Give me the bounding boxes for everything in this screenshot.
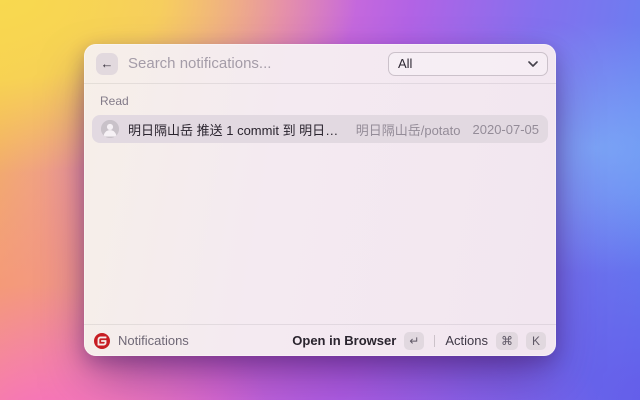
open-in-browser-button[interactable]: Open in Browser	[292, 333, 396, 348]
filter-value: All	[398, 56, 413, 71]
notification-list: Read 明日隔山岳 推送 1 commit 到 明日隔山岳/potato 的 …	[84, 84, 556, 324]
gitee-logo-icon	[94, 332, 110, 349]
notification-title: 明日隔山岳 推送 1 commit 到 明日隔山岳/potato 的 docum…	[128, 122, 347, 138]
notification-row[interactable]: 明日隔山岳 推送 1 commit 到 明日隔山岳/potato 的 docum…	[92, 115, 548, 143]
back-button[interactable]: ←	[96, 52, 118, 75]
chevron-down-icon	[528, 60, 538, 67]
person-icon	[101, 120, 119, 138]
filter-dropdown[interactable]: All	[388, 51, 548, 76]
actions-button[interactable]: Actions	[445, 333, 488, 348]
notifications-window: ← Search notifications... All Read 明日隔山岳	[84, 44, 556, 356]
command-key-icon: ⌘	[496, 331, 518, 350]
return-key-icon: ↵	[404, 331, 425, 350]
footer-divider	[434, 334, 436, 347]
k-key-icon: K	[526, 331, 546, 350]
search-bar: ← Search notifications... All	[84, 44, 556, 84]
avatar	[101, 120, 119, 138]
footer-actions: Open in Browser ↵ Actions ⌘ K	[292, 331, 546, 350]
app-name: Notifications	[118, 333, 189, 348]
notification-repo: 明日隔山岳/potato	[355, 122, 461, 138]
notification-date: 2020-07-05	[472, 121, 540, 137]
search-input[interactable]: Search notifications...	[128, 55, 388, 72]
action-bar: Notifications Open in Browser ↵ Actions …	[84, 324, 556, 356]
section-header: Read	[100, 94, 129, 108]
back-arrow-icon: ←	[100, 56, 114, 71]
